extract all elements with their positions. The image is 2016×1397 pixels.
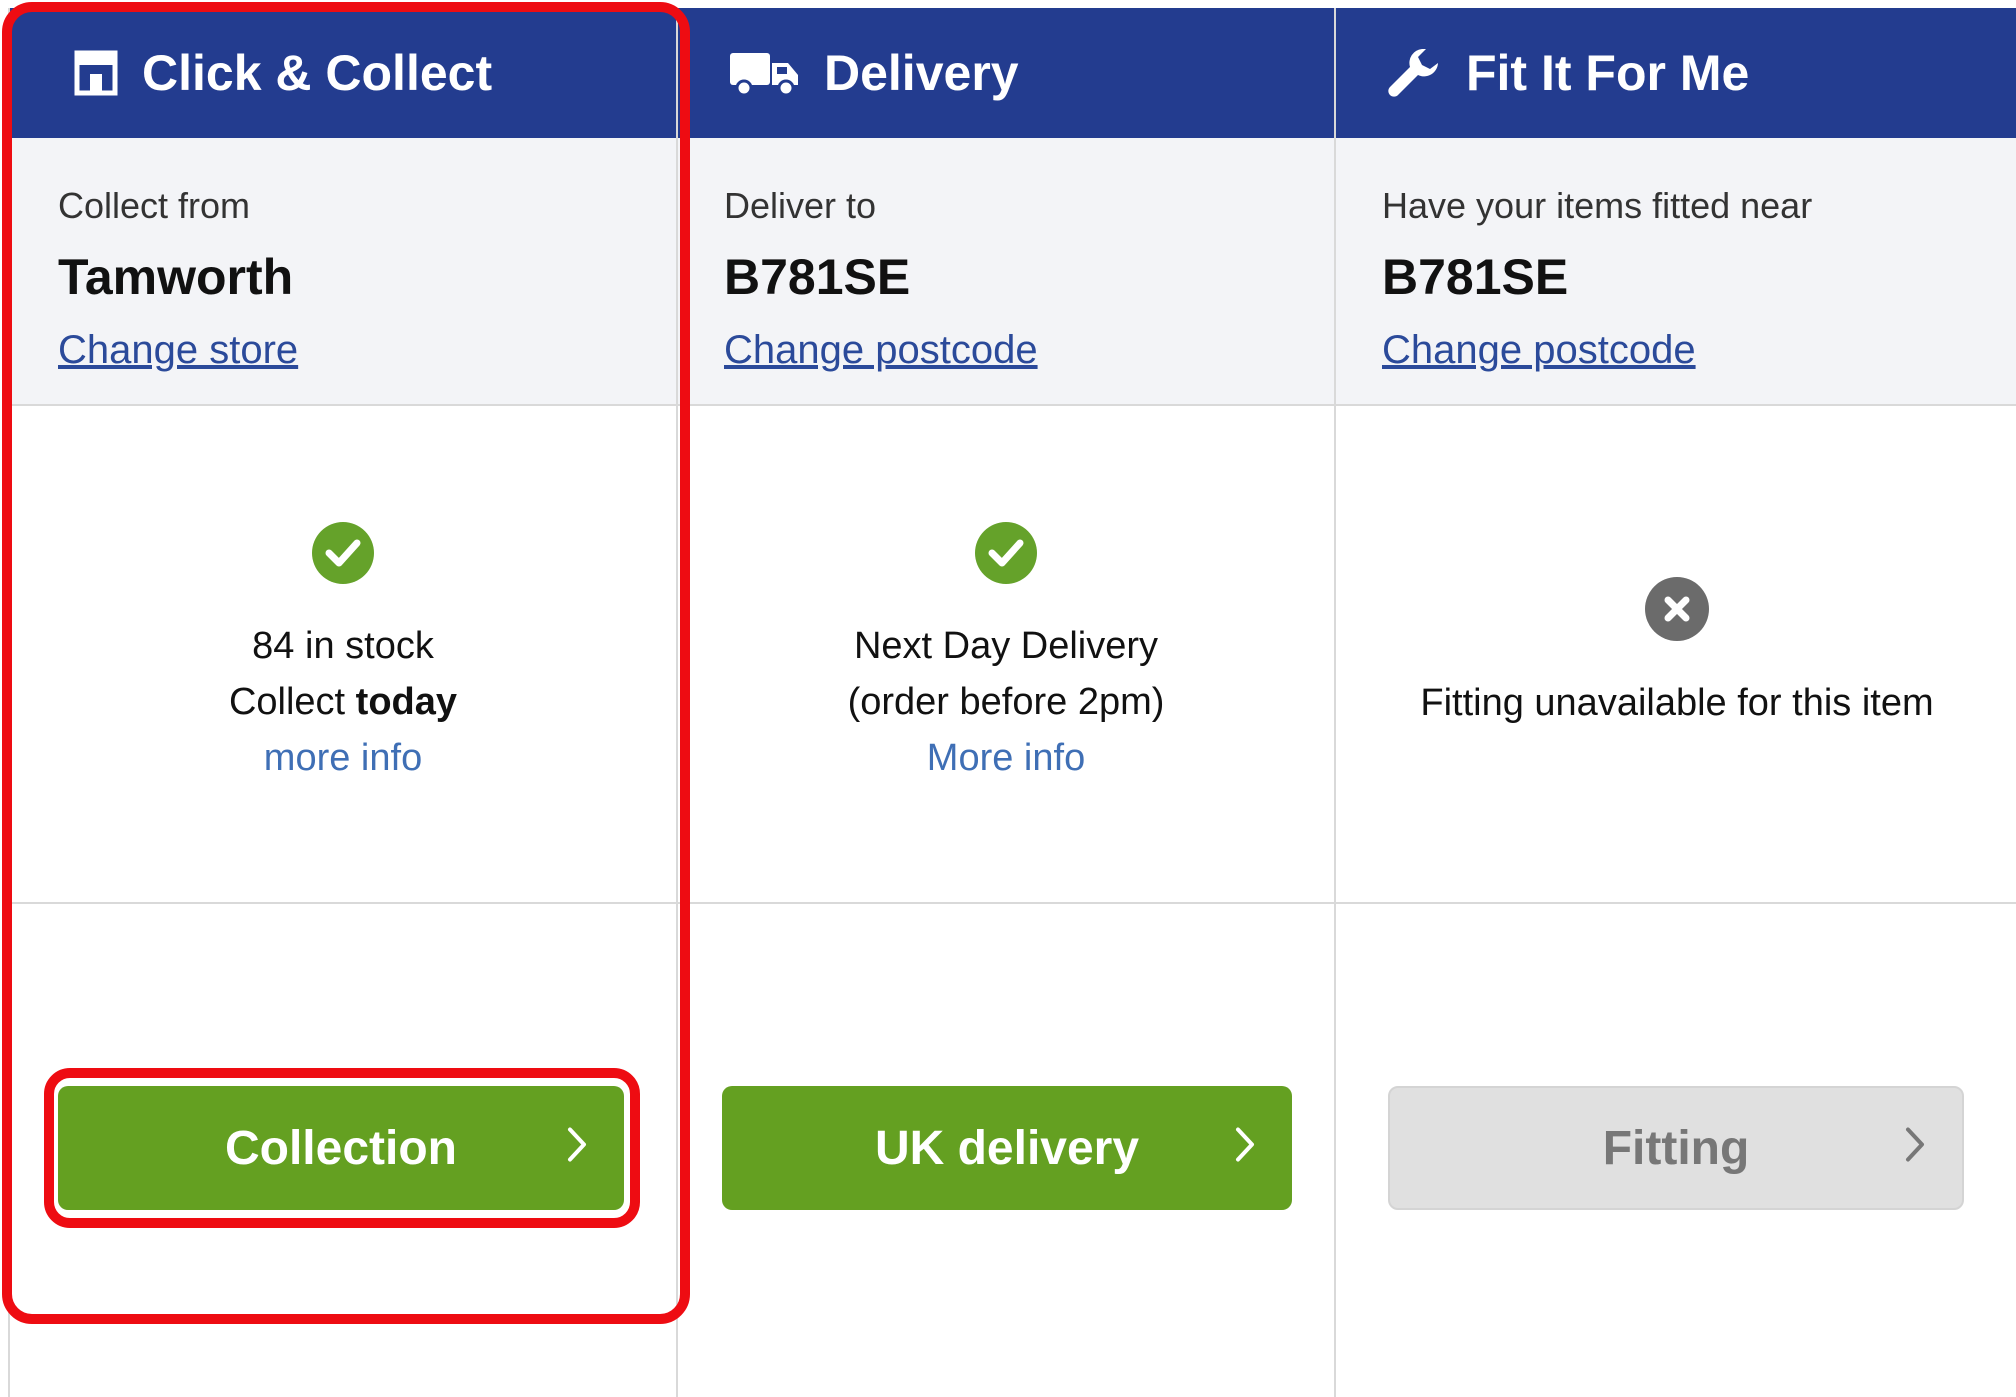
collect-button-area: Collection (10, 904, 676, 1324)
chevron-right-icon (566, 1121, 588, 1176)
fitting-title: Fit It For Me (1466, 45, 1750, 101)
collection-button-label: Collection (224, 1121, 457, 1175)
delivery-button-area: UK delivery (678, 904, 1334, 1324)
delivery-speed: Next Day Delivery (853, 625, 1159, 667)
chevron-right-icon (1234, 1121, 1256, 1176)
store-icon (74, 50, 118, 96)
uk-delivery-button-label: UK delivery (874, 1121, 1140, 1175)
check-circle-icon (312, 522, 374, 584)
stock-count: 84 in stock (252, 625, 434, 667)
check-circle-icon (975, 522, 1037, 584)
delivery-panel: Delivery Deliver to B781SE Change postco… (676, 8, 1334, 1397)
truck-icon (728, 49, 800, 97)
delivery-cutoff: (order before 2pm) (847, 681, 1165, 723)
click-collect-title: Click & Collect (142, 45, 493, 101)
delivery-location: Deliver to B781SE Change postcode (678, 138, 1334, 406)
fitting-unavailable-text: Fitting unavailable for this item (1420, 682, 1934, 724)
change-store-link[interactable]: Change store (58, 330, 298, 370)
collection-button[interactable]: Collection (58, 1086, 624, 1210)
fitting-button-area: Fitting (1336, 904, 2016, 1324)
fitting-button-label: Fitting (1602, 1121, 1750, 1175)
uk-delivery-button[interactable]: UK delivery (722, 1086, 1292, 1210)
collect-from-label: Collect from (58, 185, 251, 226)
wrench-icon (1386, 45, 1442, 101)
click-collect-header: Click & Collect (10, 8, 676, 138)
delivery-more-info-link[interactable]: More info (927, 730, 1085, 786)
fitting-status: Fitting unavailable for this item (1336, 406, 2016, 904)
store-name: Tamworth (58, 249, 294, 305)
fitted-near-label: Have your items fitted near (1382, 185, 1813, 226)
chevron-right-icon (1904, 1121, 1926, 1176)
collect-timing: Collect today (228, 681, 458, 723)
fitting-panel: Fit It For Me Have your items fitted nea… (1334, 8, 2016, 1397)
fitting-header: Fit It For Me (1336, 8, 2016, 138)
x-circle-icon (1645, 577, 1709, 641)
delivery-title: Delivery (824, 45, 1019, 101)
collect-location: Collect from Tamworth Change store (10, 138, 676, 406)
delivery-postcode: B781SE (724, 249, 911, 305)
click-collect-panel: Click & Collect Collect from Tamworth Ch… (8, 8, 676, 1397)
change-fitting-postcode-link[interactable]: Change postcode (1382, 330, 1696, 370)
delivery-header: Delivery (678, 8, 1334, 138)
delivery-status: Next Day Delivery (order before 2pm) Mor… (678, 406, 1334, 904)
collect-more-info-link[interactable]: more info (264, 730, 422, 786)
fitting-postcode: B781SE (1382, 249, 1569, 305)
fitting-location: Have your items fitted near B781SE Chang… (1336, 138, 2016, 406)
change-delivery-postcode-link[interactable]: Change postcode (724, 330, 1038, 370)
fitting-button[interactable]: Fitting (1388, 1086, 1964, 1210)
deliver-to-label: Deliver to (724, 185, 877, 226)
collect-status: 84 in stock Collect today more info (10, 406, 676, 904)
